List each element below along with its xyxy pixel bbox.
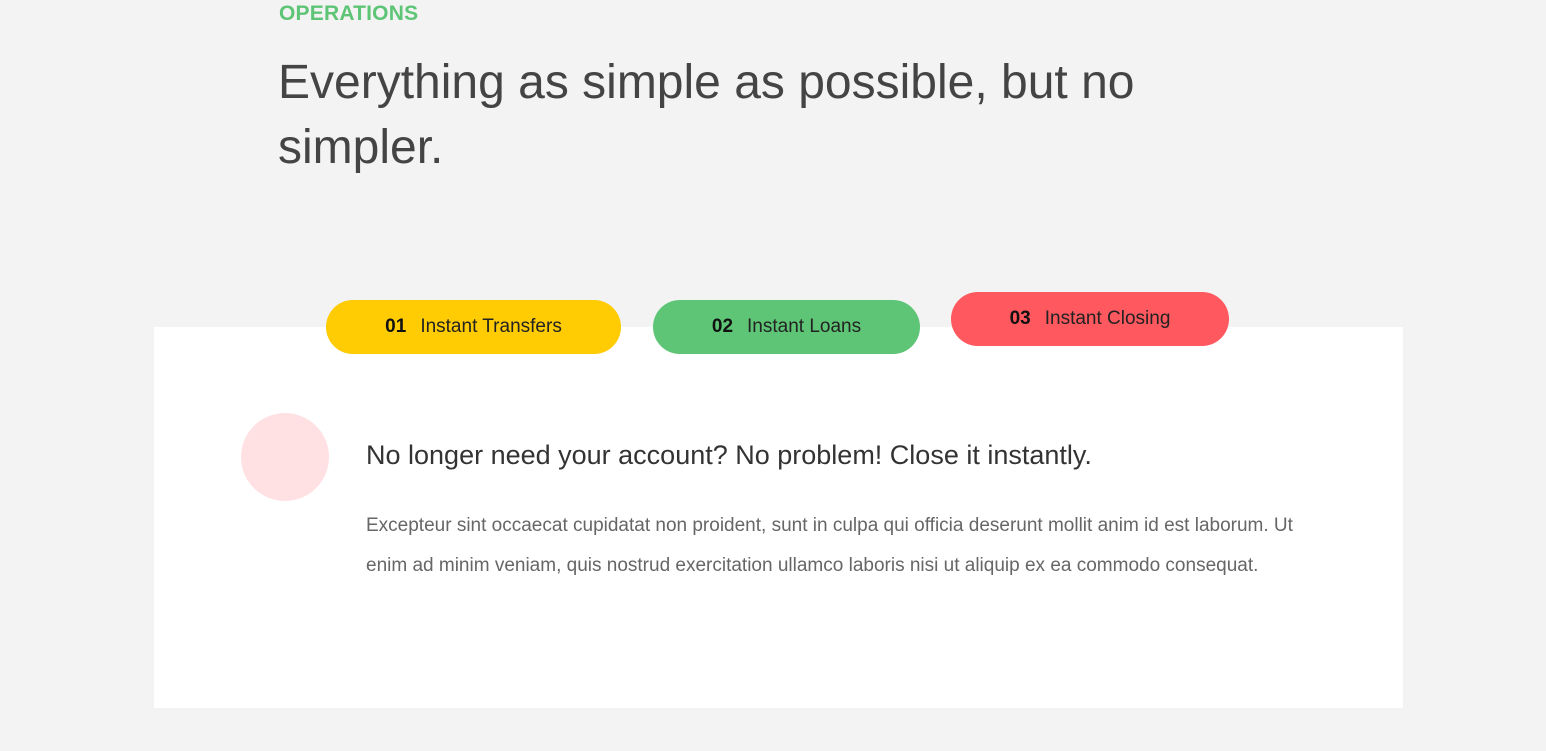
tab-instant-loans[interactable]: 02 Instant Loans (653, 300, 920, 354)
tab-instant-transfers[interactable]: 01 Instant Transfers (326, 300, 621, 354)
content-text: Excepteur sint occaecat cupidatat non pr… (366, 515, 1293, 576)
tab-number: 01 (385, 316, 407, 337)
tab-number: 02 (711, 316, 734, 337)
section-label: OPERATIONS (279, 2, 419, 25)
tab-instant-closing[interactable]: 03 Instant Closing (951, 292, 1229, 346)
tab-label: Instant Closing (1044, 308, 1171, 329)
closing-icon (241, 413, 329, 501)
tab-number: 03 (1009, 308, 1031, 329)
content-title: No longer need your account? No problem!… (366, 440, 1092, 470)
section-heading: Everything as simple as possible, but no… (278, 56, 1135, 174)
tab-label: Instant Transfers (420, 316, 562, 337)
operations-section: OPERATIONS Everything as simple as possi… (0, 0, 1546, 751)
tab-label: Instant Loans (747, 316, 862, 337)
